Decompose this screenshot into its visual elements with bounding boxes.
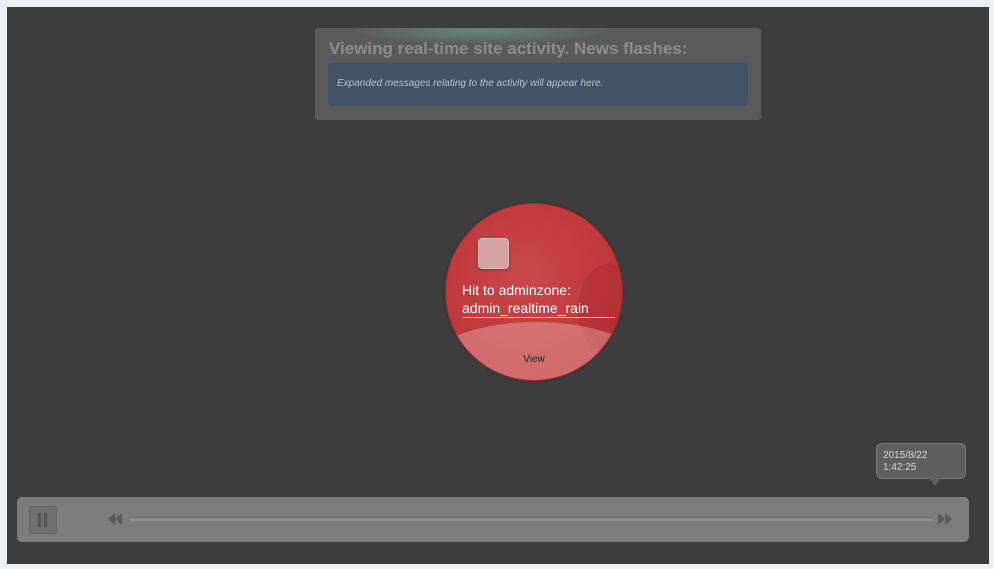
news-message: Expanded messages relating to the activi… [337,78,604,89]
activity-bubble[interactable]: Hit to adminzone: admin_realtime_rain Vi… [445,203,623,381]
tooltip-pointer [929,478,941,486]
timestamp-time: 1:42:25 [883,462,917,473]
bubble-event-label: Hit to adminzone: [462,282,571,298]
pause-button[interactable] [29,506,57,534]
news-title: Viewing real-time site activity. News fl… [329,39,688,58]
playback-bar [17,497,969,542]
rewind-icon [108,513,122,525]
news-panel: Viewing real-time site activity. News fl… [315,28,761,120]
page-icon [478,238,509,269]
timeline-slider[interactable] [130,517,933,521]
fast-forward-icon [938,513,952,525]
news-message-box: Expanded messages relating to the activi… [328,63,748,106]
view-link[interactable]: View [446,354,622,365]
rewind-button[interactable] [107,510,125,528]
realtime-rain-stage: Viewing real-time site activity. News fl… [7,7,989,564]
bubble-event-target-link[interactable]: admin_realtime_rain [462,300,615,318]
timestamp-date: 2015/8/22 [883,450,928,461]
bubble-highlight [446,322,622,380]
fast-forward-button[interactable] [935,510,953,528]
timestamp-tooltip: 2015/8/22 1:42:25 [876,443,966,486]
